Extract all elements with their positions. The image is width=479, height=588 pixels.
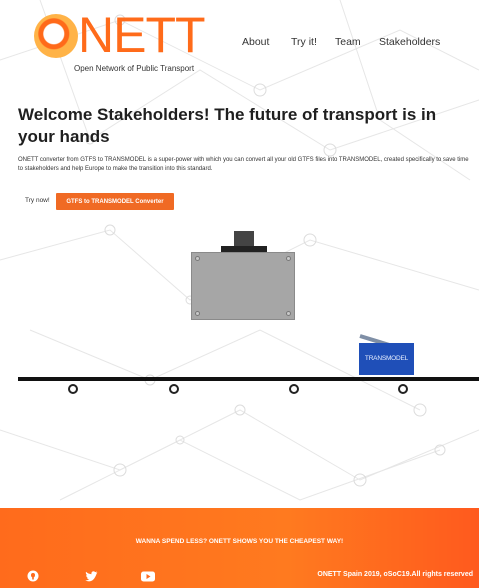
site-header: NETT Open Network of Public Transport Ab…	[0, 0, 479, 78]
press-machine-box	[191, 252, 295, 320]
footer-slogan: WANNA SPEND LESS? ONETT SHOWS YOU THE CH…	[135, 538, 344, 545]
conveyor-wheel-icon	[68, 384, 78, 394]
rivet-icon	[195, 256, 200, 261]
press-knob	[234, 231, 254, 247]
nav-try-it[interactable]: Try it!	[291, 36, 317, 48]
rivet-icon	[195, 311, 200, 316]
conveyor-wheel-icon	[398, 384, 408, 394]
nav-stakeholders[interactable]: Stakeholders	[379, 36, 440, 48]
rivet-icon	[286, 311, 291, 316]
converter-button[interactable]: GTFS to TRANSMODEL Converter	[56, 193, 174, 210]
logo-tagline: Open Network of Public Transport	[74, 64, 195, 73]
logo-o-circle-icon	[34, 14, 78, 58]
conveyor-wheel-icon	[169, 384, 179, 394]
transmodel-box: TRANSMODEL	[359, 343, 414, 375]
site-footer: WANNA SPEND LESS? ONETT SHOWS YOU THE CH…	[0, 508, 479, 588]
try-now-label: Try now!	[25, 197, 50, 204]
nav-team[interactable]: Team	[335, 36, 361, 48]
nav-about[interactable]: About	[242, 36, 269, 48]
github-icon[interactable]	[27, 569, 41, 582]
youtube-icon[interactable]	[141, 569, 155, 582]
logo-wordmark: NETT	[78, 7, 206, 63]
conveyor-belt	[18, 377, 479, 381]
conveyor-wheel-icon	[289, 384, 299, 394]
page-headline: Welcome Stakeholders! The future of tran…	[18, 105, 437, 146]
twitter-icon[interactable]	[85, 569, 99, 582]
onett-logo[interactable]: NETT Open Network of Public Transport	[34, 8, 234, 74]
intro-paragraph: ONETT converter from GTFS to TRANSMODEL …	[18, 157, 469, 172]
rivet-icon	[286, 256, 291, 261]
copyright-text: ONETT Spain 2019, oSoC19.All rights rese…	[317, 571, 473, 578]
